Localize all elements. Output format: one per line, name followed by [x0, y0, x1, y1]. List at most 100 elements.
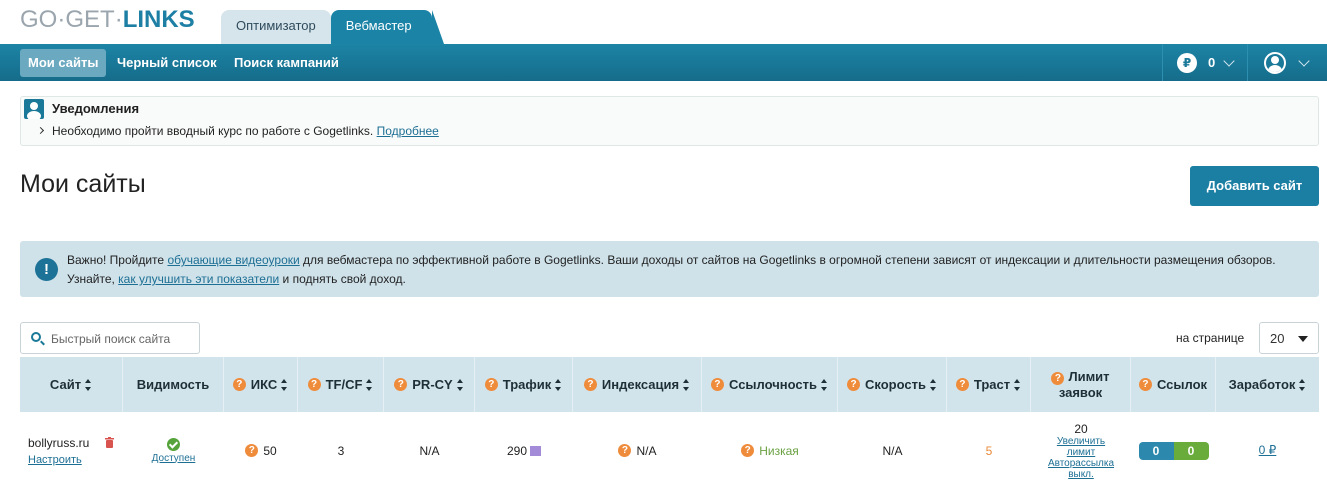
sort-icon [555, 378, 562, 391]
table-row: bollyruss.ru Настроить Доступен ? 50 3 N/… [20, 412, 1319, 489]
col-site[interactable]: Сайт [20, 357, 123, 412]
sort-icon [821, 378, 828, 391]
help-icon[interactable]: ? [484, 378, 498, 391]
cell-tfcf: 3 [337, 443, 345, 458]
user-menu[interactable] [1247, 44, 1327, 81]
cell-limit: 20 Увеличить лимит Авторассылка выкл. [1031, 412, 1131, 489]
cell-indexing: ? N/A [573, 412, 702, 489]
top-bar: GO·GET·LINKS Оптимизатор Вебмастер [0, 0, 1327, 44]
col-visibility: Видимость [123, 357, 224, 412]
col-trust[interactable]: ? Траст [947, 357, 1031, 412]
site-search [20, 322, 200, 354]
notifications-panel: Уведомления Необходимо пройти вводный ку… [20, 96, 1319, 146]
help-icon[interactable]: ? [232, 378, 246, 391]
info-text: Важно! Пройдите обучающие видеоуроки для… [67, 253, 1276, 286]
search-input[interactable] [51, 330, 196, 348]
help-icon[interactable]: ? [1138, 378, 1152, 391]
col-iks[interactable]: ? ИКС [224, 357, 298, 412]
cell-site: bollyruss.ru Настроить [20, 412, 123, 489]
help-icon[interactable]: ? [847, 378, 861, 391]
col-limit[interactable]: ? Лимит заявок [1031, 357, 1131, 412]
info-banner: ! Важно! Пройдите обучающие видеоуроки д… [20, 241, 1319, 297]
col-links: ? Ссылок [1131, 357, 1216, 412]
col-linkiness[interactable]: ? Ссылочность [702, 357, 838, 412]
help-icon[interactable]: ? [955, 378, 969, 391]
sort-icon [85, 378, 92, 391]
sort-icon [366, 378, 373, 391]
links-counter[interactable]: 0 0 [1138, 441, 1209, 460]
per-page-label: на странице [1176, 331, 1245, 345]
table-header: Сайт Видимость ? ИКС ? TF/CF ? PR-CY ? Трафи… [20, 357, 1319, 412]
help-icon[interactable]: ? [618, 444, 632, 457]
col-prcy[interactable]: ? PR-CY [384, 357, 475, 412]
col-tfcf[interactable]: ? TF/CF [298, 357, 384, 412]
tab-webmaster[interactable]: Вебмастер [330, 10, 444, 44]
user-avatar-icon [1264, 51, 1286, 74]
help-icon[interactable]: ? [394, 378, 408, 391]
chevron-down-icon [1298, 54, 1310, 67]
notification-message: Необходимо пройти вводный курс по работе… [52, 124, 439, 138]
sort-icon [683, 378, 690, 391]
role-tabs: Оптимизатор Вебмастер [221, 10, 444, 44]
cell-traffic: 290 [475, 412, 573, 489]
chevron-down-icon [1223, 54, 1235, 67]
cell-links: 0 0 [1131, 412, 1216, 489]
links-count-b: 0 [1173, 441, 1209, 460]
cell-visibility: Доступен [123, 412, 224, 489]
cell-speed: N/A [882, 443, 903, 458]
notification-more-link[interactable]: Подробнее [377, 124, 439, 138]
configure-link[interactable]: Настроить [28, 454, 82, 466]
cell-prcy: N/A [419, 443, 440, 458]
col-earnings[interactable]: Заработок [1216, 357, 1319, 412]
increase-limit-link[interactable]: Увеличить лимит [1051, 436, 1111, 458]
user-icon [24, 99, 44, 119]
help-icon[interactable]: ? [307, 378, 321, 391]
trash-icon[interactable] [105, 437, 114, 448]
help-icon[interactable]: ? [1051, 371, 1065, 385]
exclamation-icon: ! [35, 258, 58, 281]
per-page-select[interactable]: 20 [1259, 322, 1319, 354]
search-icon [31, 332, 41, 342]
sort-icon [1014, 378, 1021, 391]
check-icon [167, 437, 180, 451]
logo[interactable]: GO·GET·LINKS [20, 6, 195, 34]
earnings-link[interactable]: 0 ₽ [1259, 444, 1277, 456]
add-site-button[interactable]: Добавить сайт [1190, 166, 1319, 206]
nav-blacklist[interactable]: Черный список [109, 49, 225, 77]
col-speed[interactable]: ? Скорость [838, 357, 947, 412]
per-page-value: 20 [1270, 331, 1285, 346]
site-name: bollyruss.ru [28, 436, 90, 450]
nav-my-sites[interactable]: Мои сайты [20, 49, 107, 77]
help-icon[interactable]: ? [583, 378, 597, 391]
col-traffic[interactable]: ? Трафик [475, 357, 573, 412]
help-icon[interactable]: ? [741, 444, 755, 457]
improve-metrics-link[interactable]: как улучшить эти показатели [118, 272, 279, 286]
availability-status[interactable]: Доступен [152, 453, 196, 464]
tab-optimizer[interactable]: Оптимизатор [221, 10, 331, 44]
dropdown-arrow-icon [1298, 336, 1308, 342]
page-title: Мои сайты [20, 170, 146, 198]
auto-mailing-link[interactable]: Авторассылка выкл. [1041, 458, 1121, 480]
limit-value: 20 [1074, 421, 1088, 436]
sort-icon [1299, 378, 1306, 391]
balance-value: 0 [1208, 55, 1216, 70]
nav-campaign-search[interactable]: Поиск кампаний [226, 49, 347, 77]
cell-linkiness: ? Низкая [702, 412, 838, 489]
links-count-a: 0 [1138, 441, 1174, 460]
notifications-title: Уведомления [52, 101, 140, 116]
sort-icon [929, 378, 937, 391]
help-icon[interactable]: ? [245, 444, 259, 457]
chevron-right-icon [36, 126, 45, 135]
main-nav: Мои сайты Черный список Поиск кампаний ₽… [0, 44, 1327, 81]
balance-menu[interactable]: ₽ 0 [1162, 44, 1246, 81]
cell-trust: 5 [985, 443, 993, 458]
sort-icon [281, 378, 288, 391]
cell-earnings: 0 ₽ [1216, 412, 1319, 489]
cell-iks: ? 50 [224, 412, 298, 489]
sort-icon [456, 378, 464, 391]
help-icon[interactable]: ? [710, 378, 724, 391]
chart-icon[interactable] [530, 445, 542, 456]
video-lessons-link[interactable]: обучающие видеоуроки [167, 253, 299, 267]
ruble-icon: ₽ [1177, 52, 1197, 73]
col-indexing[interactable]: ? Индексация [573, 357, 702, 412]
